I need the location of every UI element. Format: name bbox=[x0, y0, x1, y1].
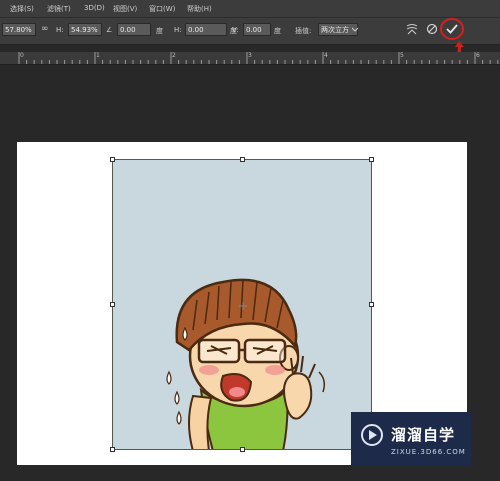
ruler-label-3: 3 bbox=[248, 52, 252, 59]
transform-handle-top[interactable] bbox=[240, 157, 245, 162]
menu-3d[interactable]: 3D(D) bbox=[84, 4, 105, 12]
link-icon[interactable]: ∞ bbox=[41, 24, 49, 34]
degree-label: 度 bbox=[274, 27, 281, 35]
watermark: 溜溜自学 ZIXUE.3D66.COM bbox=[351, 412, 471, 466]
menu-window[interactable]: 窗口(W) bbox=[149, 4, 175, 14]
watermark-url: ZIXUE.3D66.COM bbox=[391, 448, 466, 456]
transform-handle-bottom[interactable] bbox=[240, 447, 245, 452]
cancel-icon[interactable] bbox=[426, 23, 438, 35]
menu-view[interactable]: 视图(V) bbox=[113, 4, 137, 14]
transform-handle-top-right[interactable] bbox=[369, 157, 374, 162]
transform-handle-right[interactable] bbox=[369, 302, 374, 307]
transform-options-bar: 57.80% ∞ H: 54.93% ∠ 0.00 度 H: 0.00 度 V:… bbox=[0, 17, 500, 45]
angle-icon: ∠ bbox=[106, 26, 113, 34]
menu-filter[interactable]: 滤镜(T) bbox=[47, 4, 71, 14]
interpolation-value: 两次立方 bbox=[321, 26, 349, 34]
transformed-image[interactable] bbox=[112, 159, 372, 450]
transform-handle-bottom-left[interactable] bbox=[110, 447, 115, 452]
angle-field[interactable]: 0.00 bbox=[117, 23, 151, 36]
menu-bar: 选择(S) 滤镜(T) 3D(D) 视图(V) 窗口(W) 帮助(H) bbox=[0, 0, 500, 17]
interpolation-label: 插值: bbox=[295, 27, 312, 35]
warp-icon[interactable] bbox=[405, 22, 419, 36]
transform-handle-left[interactable] bbox=[110, 302, 115, 307]
vskew-field[interactable]: 0.00 bbox=[243, 23, 271, 36]
ruler-label-6: 6 bbox=[476, 52, 480, 59]
horizontal-ruler: 0 1 2 3 4 5 6 bbox=[0, 52, 500, 65]
hskew-label: H: bbox=[174, 26, 182, 34]
ruler-label-0: 0 bbox=[20, 52, 24, 59]
height-percent-field[interactable]: 54.93% bbox=[68, 23, 102, 36]
height-label: H: bbox=[56, 26, 64, 34]
hskew-field[interactable]: 0.00 bbox=[185, 23, 227, 36]
degree-label: 度 bbox=[156, 27, 163, 35]
vskew-label: V: bbox=[232, 26, 239, 34]
width-percent-field[interactable]: 57.80% bbox=[2, 23, 36, 36]
transform-handle-top-left[interactable] bbox=[110, 157, 115, 162]
menu-help[interactable]: 帮助(H) bbox=[187, 4, 212, 14]
ruler-label-1: 1 bbox=[96, 52, 100, 59]
watermark-title: 溜溜自学 bbox=[391, 426, 456, 444]
ruler-label-2: 2 bbox=[172, 52, 176, 59]
play-logo-icon bbox=[361, 424, 383, 446]
cartoon-boy-illustration bbox=[166, 278, 326, 449]
menu-select[interactable]: 选择(S) bbox=[10, 4, 34, 14]
ruler-label-4: 4 bbox=[324, 52, 328, 59]
ruler-label-5: 5 bbox=[400, 52, 404, 59]
chevron-down-icon bbox=[352, 27, 358, 32]
checkmark-icon bbox=[446, 24, 458, 34]
